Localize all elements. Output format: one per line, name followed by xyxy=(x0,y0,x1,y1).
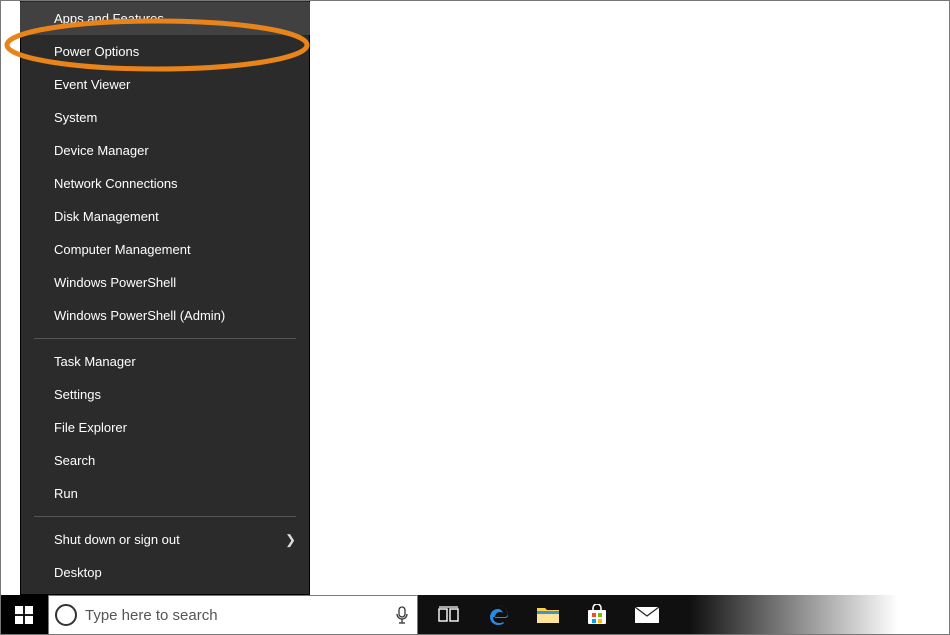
task-view-icon[interactable] xyxy=(438,606,460,624)
winx-item-settings[interactable]: Settings xyxy=(20,378,310,411)
mail-icon[interactable] xyxy=(634,606,660,624)
winx-item-network-connections[interactable]: Network Connections xyxy=(20,167,310,200)
winx-item-disk-management[interactable]: Disk Management xyxy=(20,200,310,233)
winx-menu: Apps and FeaturesPower OptionsEvent View… xyxy=(20,0,310,595)
winx-item-file-explorer[interactable]: File Explorer xyxy=(20,411,310,444)
taskbar-pinned-apps xyxy=(418,595,660,635)
search-input[interactable] xyxy=(83,606,389,625)
winx-item-shut-down-or-sign-out[interactable]: Shut down or sign out❯ xyxy=(20,523,310,556)
winx-item-apps-and-features[interactable]: Apps and Features xyxy=(20,2,310,35)
winx-item-windows-powershell-admin[interactable]: Windows PowerShell (Admin) xyxy=(20,299,310,332)
chevron-right-icon: ❯ xyxy=(285,532,296,548)
winx-item-run[interactable]: Run xyxy=(20,477,310,510)
microsoft-store-icon[interactable] xyxy=(586,604,608,626)
winx-item-task-manager[interactable]: Task Manager xyxy=(20,345,310,378)
winx-item-system[interactable]: System xyxy=(20,101,310,134)
start-button[interactable] xyxy=(0,595,48,635)
windows-logo-icon xyxy=(15,606,33,624)
microphone-icon[interactable] xyxy=(395,606,409,624)
winx-item-power-options[interactable]: Power Options xyxy=(20,35,310,68)
taskbar-search[interactable] xyxy=(48,595,418,635)
winx-item-computer-management[interactable]: Computer Management xyxy=(20,233,310,266)
menu-separator xyxy=(34,516,296,517)
winx-item-desktop[interactable]: Desktop xyxy=(20,556,310,589)
winx-item-search[interactable]: Search xyxy=(20,444,310,477)
winx-item-event-viewer[interactable]: Event Viewer xyxy=(20,68,310,101)
taskbar xyxy=(0,595,950,635)
winx-item-device-manager[interactable]: Device Manager xyxy=(20,134,310,167)
winx-item-windows-powershell[interactable]: Windows PowerShell xyxy=(20,266,310,299)
menu-separator xyxy=(34,338,296,339)
cortana-icon xyxy=(55,604,77,626)
file-explorer-icon[interactable] xyxy=(536,605,560,625)
edge-icon[interactable] xyxy=(486,603,510,627)
